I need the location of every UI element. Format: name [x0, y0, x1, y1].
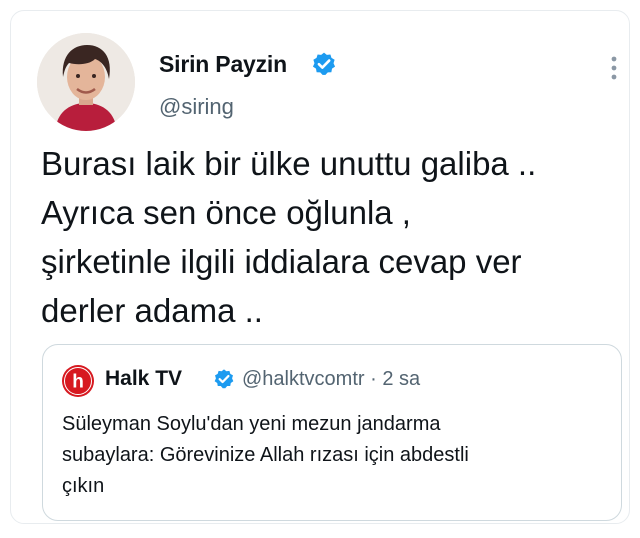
- author-display-name[interactable]: Sirin Payzin: [159, 51, 287, 78]
- tweet-text-line: derler adama ..: [41, 292, 263, 329]
- avatar[interactable]: [37, 33, 135, 131]
- tweet-card[interactable]: Sirin Payzin @siring Burası laik bir ülk…: [10, 10, 630, 524]
- quoted-tweet[interactable]: h Halk TV @halktvcomtr · 2 sa Süleyman S…: [42, 344, 622, 521]
- avatar-photo: [37, 33, 135, 131]
- quoted-text-line: subaylara: Görevinize Allah rızası için …: [62, 444, 469, 466]
- halktv-logo-icon[interactable]: h: [61, 364, 95, 398]
- more-options-icon[interactable]: [607, 53, 621, 83]
- tweet-text-line: şirketinle ilgili iddialara cevap ver: [41, 243, 522, 280]
- svg-text:h: h: [72, 372, 84, 393]
- verified-badge-icon: [312, 52, 336, 76]
- verified-badge-icon: [214, 369, 234, 389]
- tweet-text: Burası laik bir ülke unuttu galiba .. Ay…: [41, 139, 631, 335]
- quoted-text-line: çıkın: [62, 475, 105, 497]
- tweet-text-line: Ayrıca sen önce oğlunla ,: [41, 194, 411, 231]
- tweet-text-line: Burası laik bir ülke unuttu galiba ..: [41, 145, 537, 182]
- quoted-author-name[interactable]: Halk TV: [105, 367, 182, 391]
- quoted-text-line: Süleyman Soylu'dan yeni mezun jandarma: [62, 413, 441, 435]
- author-handle[interactable]: @siring: [159, 94, 234, 120]
- quoted-author-meta[interactable]: @halktvcomtr · 2 sa: [242, 368, 420, 391]
- quoted-tweet-text: Süleyman Soylu'dan yeni mezun jandarma s…: [62, 409, 612, 502]
